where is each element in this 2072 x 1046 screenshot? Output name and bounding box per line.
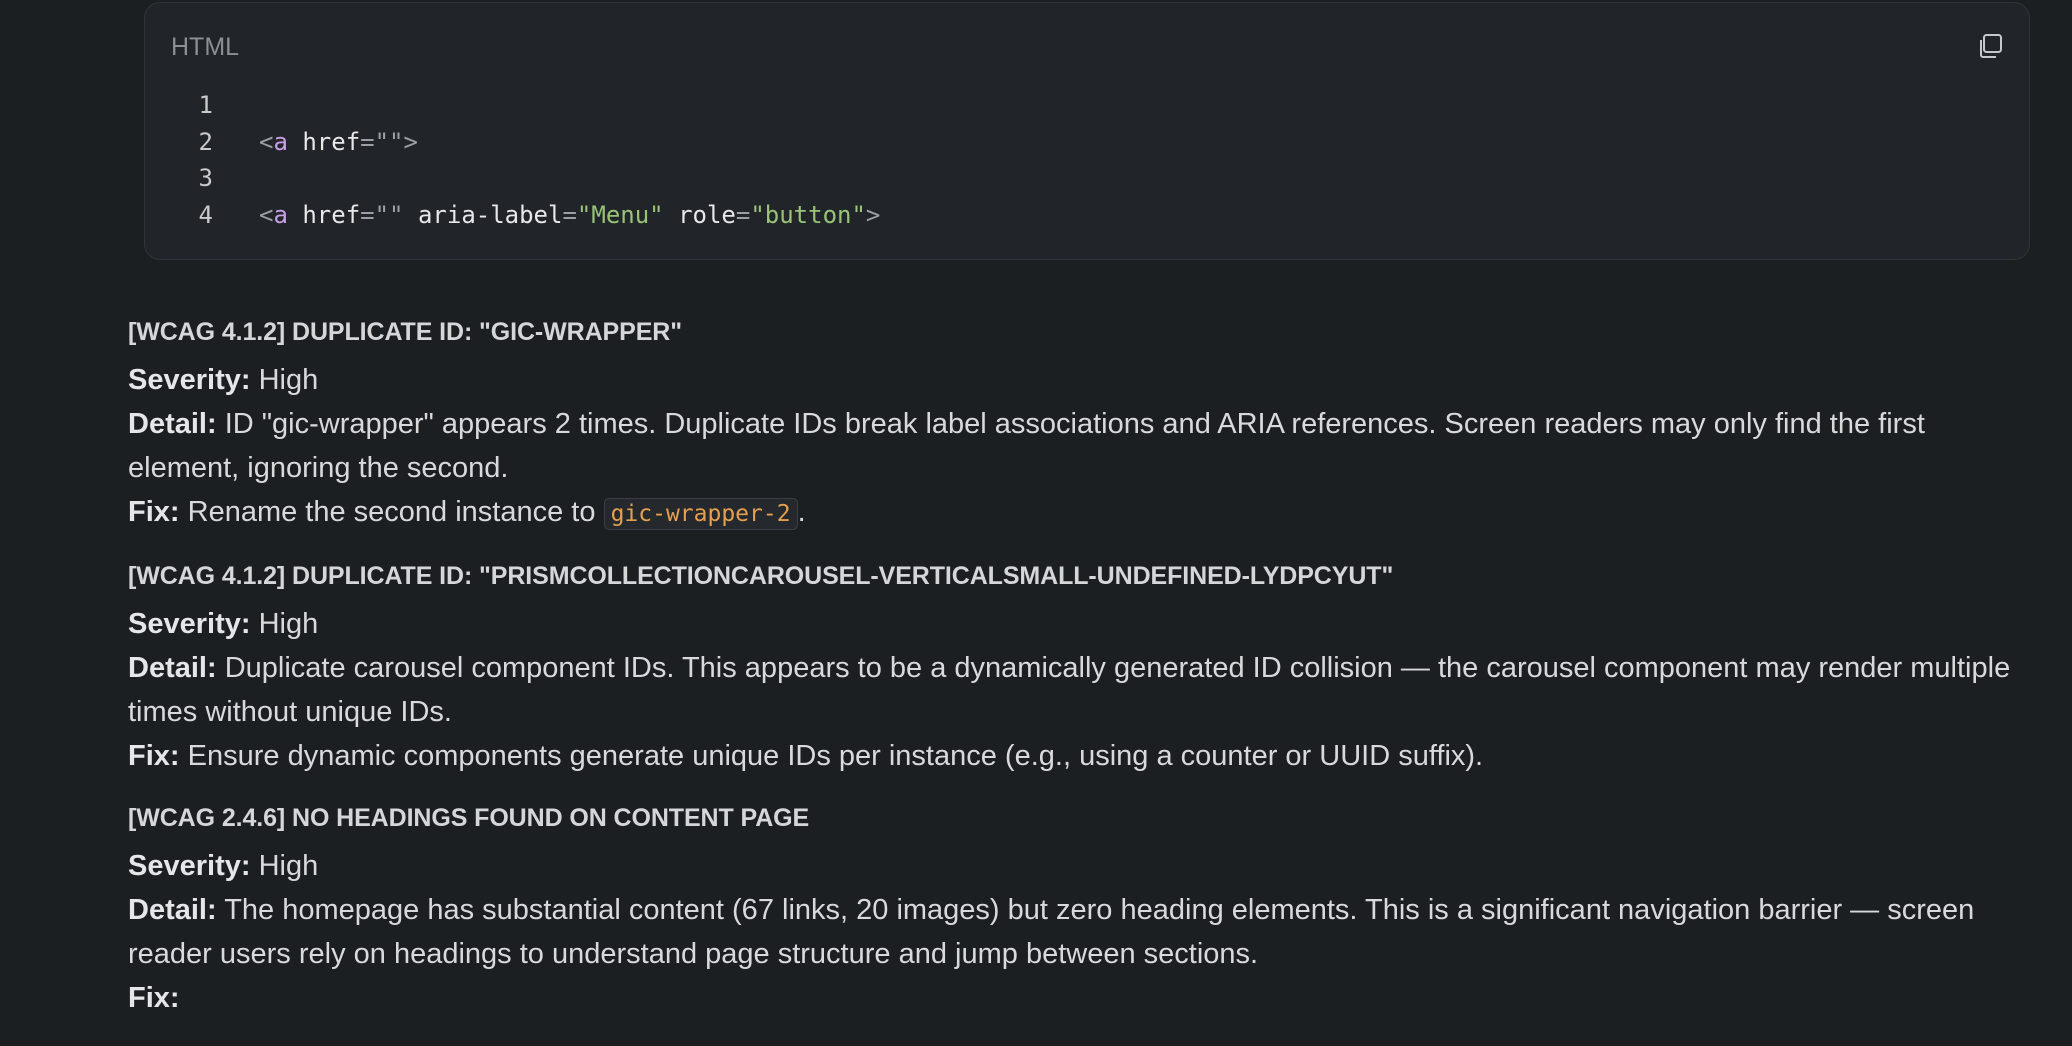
detail-row-label: Detail: — [128, 408, 217, 440]
code-token: < — [259, 127, 274, 156]
code-token: ="" — [360, 200, 404, 229]
severity-row-label: Severity: — [128, 608, 251, 640]
detail-row: Detail: The homepage has substantial con… — [128, 888, 2034, 976]
severity-row: Severity: High — [128, 358, 2034, 402]
code-token: = — [735, 200, 751, 229]
issue-item: [WCAG 4.1.2] DUPLICATE ID: "PRISMCOLLECT… — [128, 560, 2034, 778]
code-language-label: HTML — [171, 33, 240, 61]
fix-text: Rename the second instance to — [187, 496, 604, 528]
copy-code-button[interactable] — [1973, 29, 2007, 63]
line-number: 3 — [198, 164, 213, 192]
detail-row: Detail: ID "gic-wrapper" appears 2 times… — [128, 402, 2034, 490]
line-number: 4 — [198, 200, 213, 229]
issue-title: [WCAG 2.4.6] NO HEADINGS FOUND ON CONTEN… — [128, 804, 810, 832]
code-token: > — [865, 200, 881, 229]
issue-list: [WCAG 4.1.2] DUPLICATE ID: "GIC-WRAPPER"… — [128, 316, 2034, 1044]
fix-text: Ensure dynamic components generate uniqu… — [187, 740, 1484, 772]
code-text: <a href="" aria-label="Menu" role="butto… — [259, 197, 880, 234]
code-text: <a href=""> — [259, 124, 418, 161]
chat-response: HTML 1 2 <a href=""> 3 4 <a href="" aria-labe… — [0, 0, 2072, 1046]
code-token: a — [273, 200, 288, 229]
fix-row-label: Fix: — [128, 740, 180, 772]
severity-row: Severity: High — [128, 844, 2034, 888]
detail-row-label: Detail: — [128, 652, 217, 684]
detail-text: ID "gic-wrapper" appears 2 times. Duplic… — [128, 408, 1925, 484]
code-token: > — [403, 127, 418, 156]
code-token: "Menu" — [576, 200, 664, 229]
code-token: < — [259, 200, 274, 229]
line-number: 1 — [198, 91, 213, 119]
issue-item: [WCAG 4.1.2] DUPLICATE ID: "GIC-WRAPPER"… — [128, 316, 2034, 536]
issue-title: [WCAG 4.1.2] DUPLICATE ID: "PRISMCOLLECT… — [128, 562, 1394, 590]
fix-text-end: . — [797, 496, 806, 528]
severity-row-label: Severity: — [128, 850, 251, 882]
fix-row: Fix: Ensure dynamic components generate … — [128, 734, 2034, 778]
issue-title: [WCAG 4.1.2] DUPLICATE ID: "GIC-WRAPPER" — [128, 318, 682, 346]
code-token: role — [663, 200, 736, 229]
fix-code: gic-wrapper-2 — [603, 498, 798, 530]
detail-text: The homepage has substantial content (67… — [128, 894, 1975, 970]
copy-icon — [1980, 34, 2002, 58]
severity-value: High — [258, 364, 319, 396]
detail-row: Detail: Duplicate carousel component IDs… — [128, 646, 2034, 734]
severity-row-label: Severity: — [128, 364, 251, 396]
code-token: aria-label — [403, 200, 563, 229]
code-line: 4 <a href="" aria-label="Menu" role="butt… — [145, 197, 881, 234]
code-token: ="" — [360, 127, 404, 156]
fix-row-label: Fix: — [128, 982, 180, 1014]
line-number: 2 — [198, 127, 213, 156]
code-token: href — [287, 127, 361, 156]
severity-value: High — [258, 850, 319, 882]
code-line: 3 — [145, 160, 880, 197]
code-block: HTML 1 2 <a href=""> 3 4 <a href="" aria-labe… — [144, 2, 2030, 260]
code-lines: 1 2 <a href=""> 3 4 <a href="" aria-label="Me… — [145, 87, 881, 234]
detail-text: Duplicate carousel component IDs. This a… — [128, 652, 2011, 728]
issue-item: [WCAG 2.4.6] NO HEADINGS FOUND ON CONTEN… — [128, 802, 2034, 1020]
code-token: a — [273, 127, 288, 156]
severity-value: High — [258, 608, 319, 640]
fix-row-label: Fix: — [128, 496, 180, 528]
severity-row: Severity: High — [128, 602, 2034, 646]
detail-row-label: Detail: — [128, 894, 217, 926]
code-line: 1 — [145, 87, 880, 124]
code-line: 2 <a href=""> — [145, 124, 880, 161]
fix-row: Fix: — [128, 976, 2034, 1020]
fix-row: Fix: Rename the second instance to gic-w… — [128, 490, 2034, 536]
code-token: "button" — [750, 200, 866, 229]
code-token: href — [287, 200, 361, 229]
code-token: = — [562, 200, 577, 229]
